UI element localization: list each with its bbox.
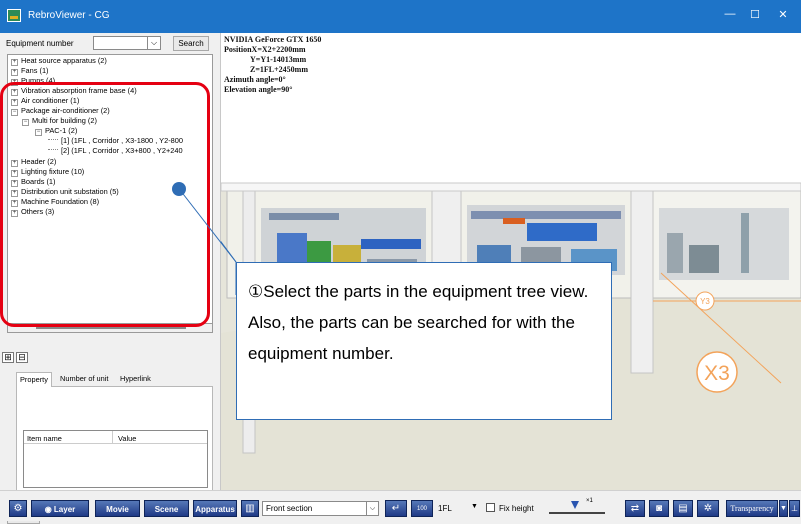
layer-button[interactable]: ◉ Layer (31, 500, 89, 517)
column-divider[interactable] (112, 431, 113, 443)
scene-button[interactable]: Scene (144, 500, 189, 517)
floor-icon-label: 100 (416, 506, 427, 512)
minimize-button[interactable]: — (720, 8, 740, 20)
panel-toggle-icon[interactable]: ▥ (241, 500, 259, 517)
window-title: RebroViewer - CG (28, 10, 110, 21)
speed-slider-thumb[interactable] (571, 501, 579, 509)
print-icon[interactable]: ▤ (673, 500, 693, 517)
elevation-angle: Elevation angle=90° (224, 85, 293, 94)
grid-label-x3: X3 (704, 362, 730, 385)
value-column-header: Value (118, 434, 137, 443)
settings-icon[interactable]: ⚙ (9, 500, 27, 517)
fix-height-checkbox[interactable] (486, 503, 495, 512)
expand-all-button[interactable]: ⊞ (2, 352, 14, 363)
tab-hyperlink[interactable]: Hyperlink (117, 372, 154, 386)
expand-toggle-icon[interactable]: + (11, 59, 18, 66)
app-icon (7, 9, 21, 22)
movie-button[interactable]: Movie (95, 500, 140, 517)
transparency-dropdown-icon[interactable]: ▼ (779, 500, 788, 517)
grid-header-divider (24, 443, 207, 444)
highlight-outline (0, 82, 210, 327)
close-button[interactable]: ✕ (773, 8, 793, 21)
left-panel: Equipment number ⌵ Search + Heat source a… (0, 33, 221, 524)
view-select-value: Front section (266, 504, 313, 513)
floor-value: 1FL (438, 504, 452, 513)
tree-item[interactable]: + Heat source apparatus (2) (11, 56, 107, 66)
search-button[interactable]: Search (173, 36, 209, 51)
expand-toggle-icon[interactable]: + (11, 69, 18, 76)
equipment-number-input[interactable] (93, 36, 148, 50)
swap-arrows-icon[interactable]: ⇄ (625, 500, 645, 517)
grid-label-y3: Y3 (700, 297, 710, 306)
camera-info-overlay: NVIDIA GeForce GTX 1650 PositionX=X2+220… (224, 35, 321, 95)
position-z: Z=1FL+2450mm (250, 65, 309, 74)
callout-line: Also, the parts can be searched for with… (248, 313, 575, 363)
callout-text: ①Select the parts in the equipment tree … (248, 276, 606, 369)
maximize-button[interactable]: ☐ (745, 8, 765, 21)
tree-item-label: Heat source apparatus (2) (21, 56, 107, 65)
pin-icon[interactable]: ⊥ (789, 500, 800, 517)
floor-height-icon[interactable]: 100 (411, 500, 433, 517)
position-y: Y=Y1-14013mm (250, 55, 307, 64)
position-x: PositionX=X2+2200mm (224, 45, 306, 54)
speed-slider-label: ×1 (586, 498, 593, 504)
gear-icon[interactable]: ✲ (697, 500, 719, 517)
camera-icon[interactable]: ◙ (649, 500, 669, 517)
item-name-column-header: Item name (27, 434, 62, 443)
azimuth-angle: Azimuth angle=0° (224, 75, 286, 84)
callout-line: ①Select the parts in the equipment tree … (248, 282, 589, 301)
view-select[interactable]: Front section ⌵ (262, 501, 379, 516)
gpu-name: NVIDIA GeForce GTX 1650 (224, 35, 322, 44)
tree-item[interactable]: + Fans (1) (11, 66, 49, 76)
apparatus-button[interactable]: Apparatus (193, 500, 237, 517)
enter-arrow-icon[interactable]: ↵ (385, 500, 407, 517)
scrollbar-thumb[interactable] (36, 327, 186, 329)
transparency-button[interactable]: Transparency (726, 500, 778, 517)
tree-item-label: Fans (1) (21, 66, 49, 75)
layer-label: Layer (53, 505, 76, 514)
tab-property[interactable]: Property (16, 372, 52, 387)
chevron-down-icon: ⌵ (366, 502, 378, 515)
tab-number-of-unit[interactable]: Number of unit (57, 372, 111, 386)
property-grid[interactable]: Item name Value (23, 430, 208, 488)
instruction-callout: ①Select the parts in the equipment tree … (236, 262, 612, 420)
equipment-number-label: Equipment number (6, 39, 74, 48)
title-bar: RebroViewer - CG — ☐ ✕ (0, 0, 801, 33)
speed-slider[interactable] (549, 512, 605, 514)
fix-height-label: Fix height (499, 504, 534, 513)
bottom-toolbar: ⚙ ◉ Layer Movie Scene Apparatus ▥ Front … (0, 490, 801, 521)
floor-dropdown-icon[interactable]: ▼ (471, 503, 480, 513)
equipment-number-dropdown[interactable]: ⌵ (148, 36, 161, 50)
collapse-all-button[interactable]: ⊟ (16, 352, 28, 363)
